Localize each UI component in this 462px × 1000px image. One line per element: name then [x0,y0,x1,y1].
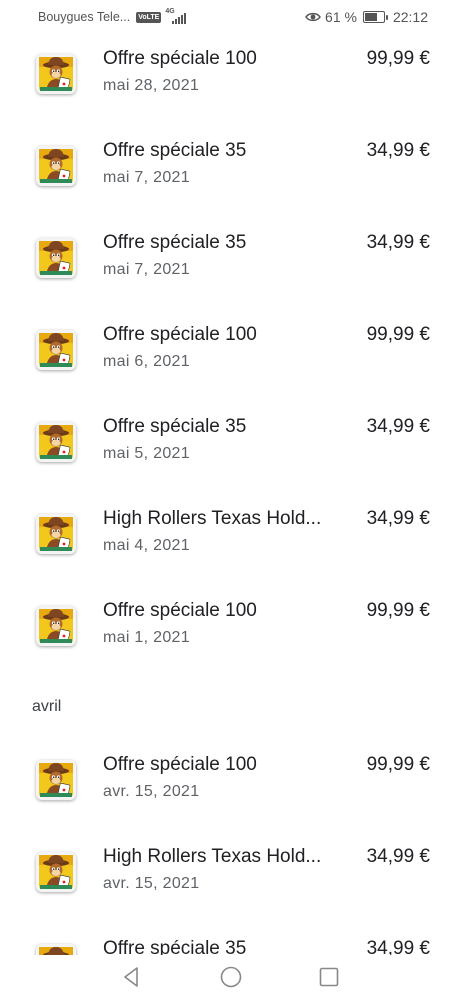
purchase-price: 34,99 € [366,140,430,161]
purchase-price: 99,99 € [366,600,430,621]
app-icon [36,514,76,554]
battery-percent: 61 % [325,9,357,25]
app-icon [36,760,76,800]
purchase-row[interactable]: Offre spéciale 100 mai 1, 2021 99,99 € [0,598,462,690]
app-icon [36,54,76,94]
purchase-date: mai 4, 2021 [103,537,190,554]
purchase-price: 99,99 € [366,324,430,345]
purchase-price: 34,99 € [366,938,430,955]
purchase-title: High Rollers Texas Hold... [103,846,322,867]
app-icon [36,330,76,370]
purchase-price: 34,99 € [366,846,430,867]
purchase-date: avr. 15, 2021 [103,783,200,800]
purchase-row[interactable]: Offre spéciale 100 mai 28, 2021 99,99 € [0,46,462,138]
purchase-title: Offre spéciale 100 [103,754,257,775]
purchase-title: Offre spéciale 35 [103,416,247,437]
purchase-title: Offre spéciale 100 [103,600,257,621]
recents-icon[interactable] [315,963,343,991]
battery-icon [362,11,388,23]
purchase-row[interactable]: High Rollers Texas Hold... mai 4, 2021 3… [0,506,462,598]
purchase-row[interactable]: Offre spéciale 35 mai 7, 2021 34,99 € [0,138,462,230]
month-section-header: avril [32,698,62,715]
app-icon [36,606,76,646]
purchase-row[interactable]: Offre spéciale 35 mai 7, 2021 34,99 € [0,230,462,322]
purchase-title: High Rollers Texas Hold... [103,508,322,529]
purchase-date: avr. 15, 2021 [103,875,200,892]
back-icon[interactable] [117,963,145,991]
purchase-title: Offre spéciale 35 [103,232,247,253]
app-icon [36,852,76,892]
clock: 22:12 [392,9,428,25]
purchase-price: 99,99 € [366,754,430,775]
purchase-price: 34,99 € [366,232,430,253]
carrier-name: Bouygues Tele... [38,10,131,24]
purchase-history-list: Offre spéciale 100 mai 28, 2021 99,99 € … [0,0,462,955]
purchase-title: Offre spéciale 35 [103,938,247,955]
app-icon [36,944,76,955]
volte-icon: VoLTE [136,11,162,23]
purchase-row[interactable]: Offre spéciale 35 34,99 € [0,936,462,955]
purchase-price: 34,99 € [366,508,430,529]
status-bar: Bouygues Tele... VoLTE 4G 61 % 22:12 [0,0,462,36]
purchase-title: Offre spéciale 100 [103,324,257,345]
purchase-row[interactable]: Offre spéciale 100 avr. 15, 2021 99,99 € [0,752,462,844]
purchase-row[interactable]: Offre spéciale 35 mai 5, 2021 34,99 € [0,414,462,506]
app-icon [36,422,76,462]
purchase-date: mai 7, 2021 [103,169,190,186]
purchase-title: Offre spéciale 35 [103,140,247,161]
purchase-date: mai 5, 2021 [103,445,190,462]
purchase-date: mai 6, 2021 [103,353,190,370]
home-icon[interactable] [217,963,245,991]
purchase-title: Offre spéciale 100 [103,48,257,69]
app-icon [36,238,76,278]
app-icon [36,146,76,186]
purchase-price: 99,99 € [366,48,430,69]
purchase-date: mai 7, 2021 [103,261,190,278]
purchase-row[interactable]: Offre spéciale 100 mai 6, 2021 99,99 € [0,322,462,414]
purchase-date: mai 28, 2021 [103,77,200,94]
signal-icon: 4G [165,8,187,24]
navigation-bar [0,955,462,1000]
purchase-date: mai 1, 2021 [103,629,190,646]
eye-comfort-icon [305,12,321,22]
purchase-row[interactable]: High Rollers Texas Hold... avr. 15, 2021… [0,844,462,936]
purchase-price: 34,99 € [366,416,430,437]
